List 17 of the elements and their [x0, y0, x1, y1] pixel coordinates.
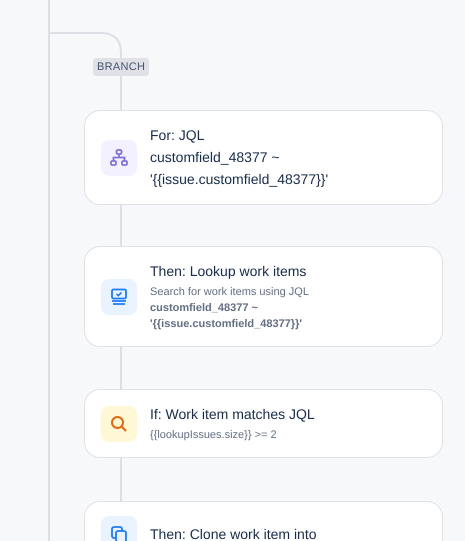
step-title: For: JQL [150, 126, 206, 145]
step-description: Search for work items using JQL [150, 285, 310, 300]
step-card[interactable]: If: Work item matches JQL {{lookupIssues.size}} >= 2 [84, 389, 443, 458]
step-description: {{lookupIssues.size}} >= 2 [150, 428, 278, 443]
step-title: If: Work item matches JQL [150, 405, 315, 424]
jql-query: customfield_48377 ~ '{{issue.customfield_48377}}' [150, 148, 330, 189]
branch-label: BRANCH [93, 58, 150, 76]
step-card[interactable]: Then: Clone work item into [84, 501, 443, 541]
hierarchy-icon [109, 148, 129, 168]
step-card[interactable]: For: JQL customfield_48377 ~ '{{issue.customfield_48377}}' [84, 110, 443, 205]
copy-icon [109, 524, 129, 541]
step-title: Then: Lookup work items [150, 262, 308, 281]
step-title: Then: Clone work item into [150, 525, 317, 541]
search-icon [109, 414, 129, 434]
step-card[interactable]: Then: Lookup work items Search for work items using JQL customfield_48377 ~ '{{issue.customfield_48377}}' [84, 246, 443, 347]
jql-query: customfield_48377 ~ '{{issue.customfield_48377}}' [150, 301, 303, 332]
monitor-check-icon [109, 286, 129, 306]
